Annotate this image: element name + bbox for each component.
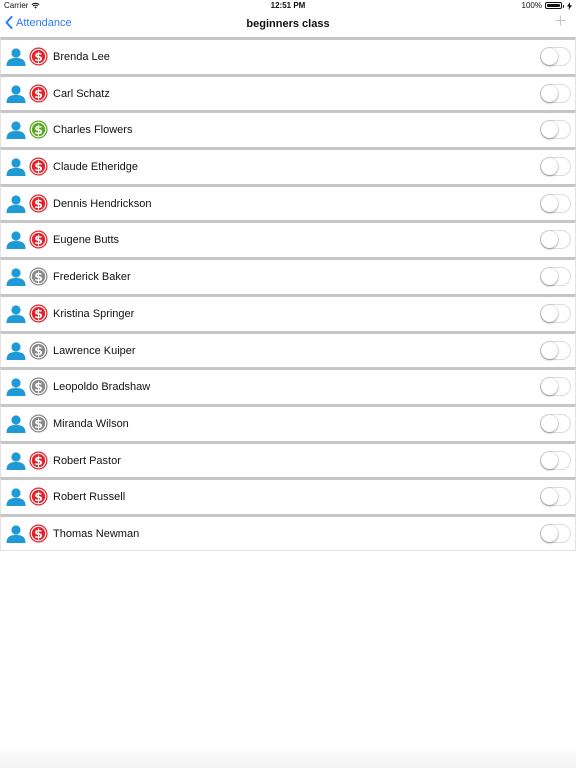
svg-text:$: $	[34, 490, 43, 504]
attendance-toggle[interactable]	[540, 230, 571, 250]
table-row[interactable]: $ Thomas Newman	[0, 513, 576, 551]
person-icon	[6, 268, 26, 287]
person-icon	[6, 451, 26, 470]
table-row[interactable]: $ Dennis Hendrickson	[0, 183, 576, 221]
page-title: beginners class	[246, 18, 330, 30]
person-icon	[6, 525, 26, 543]
student-name: Charles Flowers	[53, 124, 133, 137]
dollar-icon: $	[29, 304, 48, 323]
person-icon	[6, 488, 26, 507]
dollar-icon: $	[29, 194, 48, 213]
add-button[interactable]	[555, 14, 566, 30]
attendance-toggle[interactable]	[540, 450, 571, 470]
dollar-icon: $	[29, 84, 48, 103]
table-row[interactable]: $ Frederick Baker	[0, 257, 576, 294]
person-icon	[6, 158, 26, 177]
student-name: Leopoldo Bradshaw	[53, 381, 151, 394]
table-row[interactable]: $ Robert Pastor	[0, 440, 576, 478]
status-bar: Carrier 12:51 PM 100%	[0, 0, 576, 12]
table-row[interactable]: $ Kristina Springer	[0, 293, 576, 331]
table-row[interactable]: $ Eugene Butts	[0, 220, 576, 258]
bolt-icon	[567, 1, 572, 10]
svg-text:$: $	[34, 50, 43, 64]
dollar-icon: $	[29, 524, 48, 543]
person-icon	[6, 48, 26, 66]
battery-indicator: 100%	[522, 1, 572, 10]
table-row[interactable]: $ Miranda Wilson	[0, 403, 576, 441]
plus-icon	[555, 15, 566, 26]
attendance-toggle[interactable]	[540, 377, 571, 397]
student-list: $ Brenda Lee $ Carl Schatz $ Charles Flowers $…	[0, 37, 576, 551]
dollar-icon: $	[29, 487, 48, 506]
person-icon	[6, 85, 26, 103]
student-name: Robert Pastor	[53, 454, 121, 467]
student-name: Robert Russell	[53, 491, 126, 504]
svg-text:$: $	[34, 380, 43, 394]
dollar-icon: $	[29, 157, 48, 176]
student-name: Eugene Butts	[53, 234, 120, 247]
attendance-toggle[interactable]	[540, 303, 571, 323]
dollar-icon: $	[29, 340, 48, 360]
attendance-toggle[interactable]	[540, 157, 571, 177]
attendance-toggle[interactable]	[540, 83, 571, 103]
svg-text:$: $	[34, 527, 43, 541]
student-name: Thomas Newman	[53, 527, 140, 540]
person-icon	[6, 195, 26, 213]
svg-text:$: $	[34, 270, 43, 284]
person-icon	[6, 415, 26, 433]
svg-text:$: $	[34, 417, 43, 431]
bottom-edge	[0, 746, 576, 768]
dollar-icon: $	[29, 414, 48, 433]
dollar-icon: $	[29, 47, 48, 66]
battery-icon	[545, 2, 564, 9]
student-name: Claude Etheridge	[53, 161, 139, 174]
svg-text:$: $	[34, 307, 43, 321]
attendance-toggle[interactable]	[540, 487, 571, 507]
person-icon	[6, 305, 26, 323]
attendance-toggle[interactable]	[540, 340, 571, 360]
table-row[interactable]: $ Lawrence Kuiper	[0, 330, 576, 368]
table-row[interactable]: $ Brenda Lee	[0, 37, 576, 74]
table-row[interactable]: $ Robert Russell	[0, 477, 576, 514]
battery-percent: 100%	[521, 1, 542, 10]
person-icon	[6, 378, 26, 397]
student-name: Miranda Wilson	[53, 417, 129, 430]
attendance-toggle[interactable]	[540, 193, 571, 213]
table-row[interactable]: $ Claude Etheridge	[0, 147, 576, 184]
table-row[interactable]: $ Carl Schatz	[0, 73, 576, 111]
dollar-icon: $	[29, 120, 48, 139]
student-name: Carl Schatz	[53, 87, 110, 100]
svg-text:$: $	[34, 343, 43, 357]
dollar-icon: $	[29, 451, 48, 470]
person-icon	[6, 121, 26, 140]
table-row[interactable]: $ Charles Flowers	[0, 110, 576, 148]
svg-text:$: $	[34, 233, 43, 247]
svg-text:$: $	[34, 197, 43, 211]
student-name: Frederick Baker	[53, 271, 131, 284]
navigation-bar: Attendance beginners class	[0, 12, 576, 38]
svg-text:$: $	[34, 453, 43, 467]
table-row[interactable]: $ Leopoldo Bradshaw	[0, 367, 576, 404]
svg-text:$: $	[34, 123, 43, 137]
svg-text:$: $	[34, 160, 43, 174]
dollar-icon: $	[29, 230, 48, 249]
student-name: Lawrence Kuiper	[53, 344, 136, 357]
student-name: Dennis Hendrickson	[53, 197, 152, 210]
attendance-toggle[interactable]	[540, 523, 571, 543]
student-name: Kristina Springer	[53, 307, 135, 320]
attendance-toggle[interactable]	[540, 120, 571, 140]
svg-text:$: $	[34, 87, 43, 101]
person-icon	[6, 341, 26, 360]
dollar-icon: $	[29, 267, 48, 286]
student-name: Brenda Lee	[53, 51, 110, 63]
status-time: 12:51 PM	[270, 1, 306, 10]
person-icon	[6, 231, 26, 250]
attendance-toggle[interactable]	[540, 267, 571, 287]
dollar-icon: $	[29, 377, 48, 396]
attendance-toggle[interactable]	[540, 413, 571, 433]
attendance-toggle[interactable]	[540, 47, 571, 66]
